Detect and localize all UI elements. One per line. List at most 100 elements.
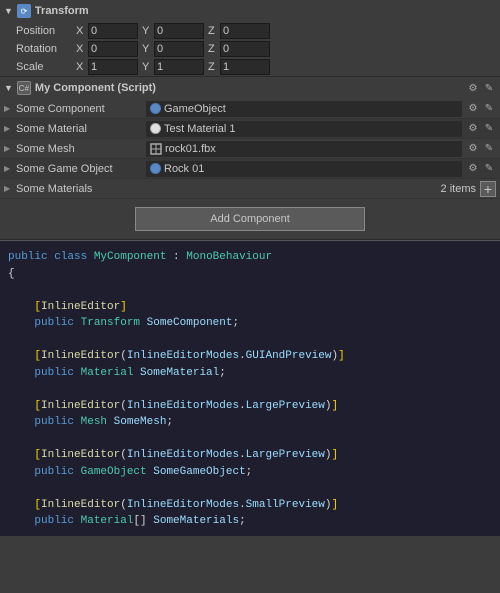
code-line-11: [InlineEditor(InlineEditorModes.SmallPre…	[8, 497, 492, 514]
some-gameobject-value[interactable]: Rock 01	[146, 161, 462, 177]
some-material-row: ▶ Some Material Test Material 1 ⚙ ✎	[0, 119, 500, 139]
scale-x-field: X	[76, 59, 138, 75]
code-line-4: public Transform SomeComponent;	[8, 315, 492, 332]
add-component-button[interactable]: Add Component	[135, 207, 365, 231]
some-component-edit-btn[interactable]: ✎	[482, 102, 496, 116]
rotation-x-input[interactable]	[88, 41, 138, 57]
some-material-settings-btn[interactable]: ⚙	[466, 122, 480, 136]
position-x-input[interactable]	[88, 23, 138, 39]
code-line-3: [InlineEditor]	[8, 299, 492, 316]
some-materials-label: Some Materials	[16, 183, 146, 195]
code-line-blank1	[8, 282, 492, 299]
code-section: public class MyComponent : MonoBehaviour…	[0, 241, 500, 536]
some-gameobject-label: Some Game Object	[16, 163, 146, 175]
gameobject-icon2	[150, 163, 161, 174]
code-line-6: public Material SomeMaterial;	[8, 365, 492, 382]
some-component-settings-btn[interactable]: ⚙	[466, 102, 480, 116]
scale-y-input[interactable]	[154, 59, 204, 75]
component-settings-btn[interactable]: ⚙	[466, 81, 480, 95]
some-component-label: Some Component	[16, 103, 146, 115]
component-section: ▼ C# My Component (Script) ⚙ ✎ ▶ Some Co…	[0, 77, 500, 240]
row-arrow: ▶	[4, 124, 12, 133]
some-material-label: Some Material	[16, 123, 146, 135]
code-line-blank4	[8, 431, 492, 448]
rotation-row: Rotation X Y Z	[0, 40, 500, 58]
scale-x-input[interactable]	[88, 59, 138, 75]
some-mesh-edit-btn[interactable]: ✎	[482, 142, 496, 156]
position-x-field: X	[76, 23, 138, 39]
scale-row: Scale X Y Z	[0, 58, 500, 76]
some-component-row: ▶ Some Component GameObject ⚙ ✎	[0, 99, 500, 119]
some-mesh-settings-btn[interactable]: ⚙	[466, 142, 480, 156]
transform-icon: ⟳	[17, 4, 31, 18]
code-line-blank6	[8, 530, 492, 537]
transform-section: ▼ ⟳ Transform Position X Y Z Rotation X …	[0, 0, 500, 77]
code-line-8: public Mesh SomeMesh;	[8, 414, 492, 431]
some-mesh-value[interactable]: rock01.fbx	[146, 141, 462, 157]
position-z-input[interactable]	[220, 23, 270, 39]
some-material-actions: ⚙ ✎	[466, 122, 496, 136]
component-header-icons: ⚙ ✎	[466, 81, 496, 95]
some-material-value[interactable]: Test Material 1	[146, 121, 462, 137]
some-component-text: GameObject	[164, 103, 226, 115]
some-gameobject-edit-btn[interactable]: ✎	[482, 162, 496, 176]
code-line-1: public class MyComponent : MonoBehaviour	[8, 249, 492, 266]
position-row: Position X Y Z	[0, 22, 500, 40]
material-icon	[150, 123, 161, 134]
scale-label: Scale	[16, 61, 76, 73]
code-line-12: public Material[] SomeMaterials;	[8, 513, 492, 530]
code-line-10: public GameObject SomeGameObject;	[8, 464, 492, 481]
some-component-value[interactable]: GameObject	[146, 101, 462, 117]
some-mesh-actions: ⚙ ✎	[466, 142, 496, 156]
some-gameobject-row: ▶ Some Game Object Rock 01 ⚙ ✎	[0, 159, 500, 179]
component-title: My Component (Script)	[35, 82, 466, 94]
some-component-actions: ⚙ ✎	[466, 102, 496, 116]
some-material-edit-btn[interactable]: ✎	[482, 122, 496, 136]
rotation-y-field: Y	[142, 41, 204, 57]
scale-z-field: Z	[208, 59, 270, 75]
transform-header: ▼ ⟳ Transform	[0, 0, 500, 22]
position-z-field: Z	[208, 23, 270, 39]
rotation-z-field: Z	[208, 41, 270, 57]
component-header: ▼ C# My Component (Script) ⚙ ✎	[0, 77, 500, 99]
some-material-text: Test Material 1	[164, 123, 236, 135]
scale-z-input[interactable]	[220, 59, 270, 75]
some-mesh-text: rock01.fbx	[165, 143, 216, 155]
gameobject-icon	[150, 103, 161, 114]
some-gameobject-actions: ⚙ ✎	[466, 162, 496, 176]
component-menu-btn[interactable]: ✎	[482, 81, 496, 95]
transform-title: Transform	[35, 5, 496, 17]
rotation-x-field: X	[76, 41, 138, 57]
scale-y-field: Y	[142, 59, 204, 75]
code-line-2: {	[8, 266, 492, 283]
code-line-7: [InlineEditor(InlineEditorModes.LargePre…	[8, 398, 492, 415]
some-gameobject-settings-btn[interactable]: ⚙	[466, 162, 480, 176]
add-component-row: Add Component	[0, 199, 500, 239]
code-line-blank5	[8, 480, 492, 497]
row-arrow: ▶	[4, 104, 12, 113]
script-icon: C#	[17, 81, 31, 95]
code-line-5: [InlineEditor(InlineEditorModes.GUIAndPr…	[8, 348, 492, 365]
row-arrow: ▶	[4, 164, 12, 173]
rotation-label: Rotation	[16, 43, 76, 55]
some-mesh-label: Some Mesh	[16, 143, 146, 155]
rotation-y-input[interactable]	[154, 41, 204, 57]
materials-count-text: 2 items	[441, 183, 476, 195]
row-arrow: ▶	[4, 184, 12, 193]
row-arrow: ▶	[4, 144, 12, 153]
transform-collapse-arrow[interactable]: ▼	[4, 6, 13, 16]
mesh-icon	[150, 143, 162, 155]
position-label: Position	[16, 25, 76, 37]
position-y-field: Y	[142, 23, 204, 39]
some-materials-row: ▶ Some Materials 2 items +	[0, 179, 500, 199]
code-line-9: [InlineEditor(InlineEditorModes.LargePre…	[8, 447, 492, 464]
some-mesh-row: ▶ Some Mesh rock01.fbx ⚙ ✎	[0, 139, 500, 159]
some-gameobject-text: Rock 01	[164, 163, 204, 175]
code-line-blank2	[8, 332, 492, 349]
materials-add-btn[interactable]: +	[480, 181, 496, 197]
rotation-z-input[interactable]	[220, 41, 270, 57]
component-collapse-arrow[interactable]: ▼	[4, 83, 13, 93]
code-line-blank3	[8, 381, 492, 398]
some-materials-count: 2 items	[146, 183, 480, 195]
position-y-input[interactable]	[154, 23, 204, 39]
